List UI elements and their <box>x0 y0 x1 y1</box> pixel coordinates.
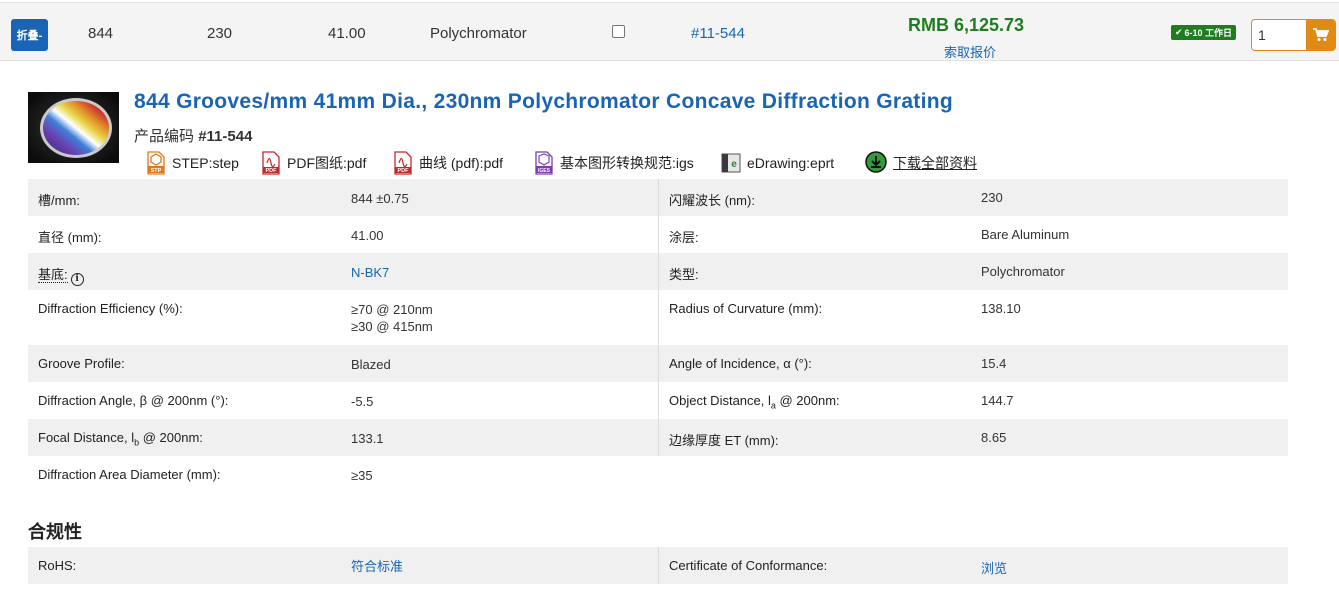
spec-label: Diffraction Angle, β @ 200nm (°): <box>38 393 229 408</box>
spec-value: ≥35 <box>351 468 373 483</box>
step-file-link[interactable]: STP STEP:step <box>146 150 239 176</box>
rohs-link[interactable]: 符合标准 <box>351 547 403 584</box>
substrate-label[interactable]: 基底: i <box>38 253 84 290</box>
cart-icon <box>1312 28 1329 41</box>
part-number-link[interactable]: #11-544 <box>691 25 745 42</box>
curve-pdf-label: 曲线 (pdf):pdf <box>419 155 504 171</box>
spec-value: 15.4 <box>981 356 1007 371</box>
edrawing-link[interactable]: e eDrawing:eprt <box>721 150 834 176</box>
product-code-value: #11-544 <box>198 128 253 145</box>
spec-value: Bare Aluminum <box>981 227 1070 242</box>
spec-label: 边缘厚度 ET (mm): <box>669 433 779 448</box>
spec-value: 41.00 <box>351 228 384 243</box>
product-title: 844 Grooves/mm 41mm Dia., 230nm Polychro… <box>134 90 953 113</box>
product-code-label: 产品编码 <box>134 128 195 145</box>
spec-value: Polychromator <box>981 264 1065 279</box>
quantity-input[interactable] <box>1252 20 1307 50</box>
lead-time-badge: ✔ 6-10 工作日 <box>1171 25 1237 40</box>
diameter-value: 41.00 <box>328 25 366 42</box>
price: RMB 6,125.73 <box>908 15 1025 35</box>
spec-label: Diffraction Efficiency (%): <box>38 301 183 316</box>
spec-table: 槽/mm: 844 ±0.75 闪耀波长 (nm): 230 直径 (mm): … <box>28 179 1288 493</box>
spec-label: Diffraction Area Diameter (mm): <box>38 467 221 482</box>
request-quote-link[interactable]: 索取报价 <box>944 42 996 61</box>
pdf-drawing-label: PDF图纸:pdf <box>287 155 367 171</box>
spec-label: Groove Profile: <box>38 356 125 371</box>
check-icon: ✔ <box>1175 27 1183 37</box>
spec-label: 闪耀波长 (nm): <box>669 193 755 208</box>
download-all-link[interactable]: 下载全部资料 <box>865 150 977 176</box>
iges-file-link[interactable]: IGES 基本图形转换规范:igs <box>534 150 694 176</box>
product-code: 产品编码 #11-544 <box>134 125 252 146</box>
compliance-title: 合规性 <box>28 522 82 542</box>
svg-text:IGES: IGES <box>538 168 551 174</box>
spec-value: 230 <box>981 190 1003 205</box>
spec-value: Blazed <box>351 357 391 372</box>
spec-row: Diffraction Angle, β @ 200nm (°): -5.5 O… <box>28 382 1288 419</box>
spec-row: 槽/mm: 844 ±0.75 闪耀波长 (nm): 230 <box>28 179 1288 216</box>
spec-row: Diffraction Area Diameter (mm): ≥35 <box>28 456 1288 493</box>
download-icon <box>865 151 887 175</box>
spec-value: 844 ±0.75 <box>351 191 409 206</box>
rohs-label: RoHS: <box>38 558 77 573</box>
product-image <box>28 92 119 163</box>
coc-label: Certificate of Conformance: <box>669 558 828 573</box>
quantity-group <box>1251 19 1336 51</box>
spec-label: 类型: <box>669 267 699 282</box>
pdf-icon: PDF <box>393 151 413 175</box>
step-file-icon: STP <box>146 151 166 175</box>
spec-label: 槽/mm: <box>38 193 80 208</box>
svg-text:PDF: PDF <box>398 168 410 174</box>
blaze-value: 230 <box>207 25 233 42</box>
spec-row: Focal Distance, lb @ 200nm: 133.1 边缘厚度 E… <box>28 419 1288 456</box>
edrawing-icon: e <box>721 151 741 175</box>
compare-checkbox[interactable] <box>612 25 625 38</box>
info-icon[interactable]: i <box>70 273 84 286</box>
spec-label: 直径 (mm): <box>38 230 102 245</box>
spec-row: Diffraction Efficiency (%): ≥70 @ 210nm … <box>28 290 1288 345</box>
grooves-value: 844 <box>88 25 114 42</box>
download-all-label: 下载全部资料 <box>893 155 977 171</box>
svg-text:STP: STP <box>151 168 162 174</box>
spec-row: 基底: i N-BK7 类型: Polychromator <box>28 253 1288 290</box>
edrawing-label: eDrawing:eprt <box>747 155 835 171</box>
coc-view-link[interactable]: 浏览 <box>981 547 1007 584</box>
step-file-label: STEP:step <box>172 155 239 171</box>
svg-text:PDF: PDF <box>266 168 278 174</box>
lead-time-text: 6-10 工作日 <box>1184 28 1233 38</box>
type-value: Polychromator <box>430 25 527 42</box>
compliance-row: RoHS: 符合标准 Certificate of Conformance: 浏… <box>28 547 1288 584</box>
spec-value: 138.10 <box>981 301 1021 316</box>
spec-value: -5.5 <box>351 394 374 409</box>
spec-label: Angle of Incidence, α (°): <box>669 356 812 371</box>
spec-label: 涂层: <box>669 230 699 245</box>
spec-label: Focal Distance, lb @ 200nm: <box>38 430 203 448</box>
spec-value: 144.7 <box>981 393 1014 408</box>
collapse-button[interactable]: 折叠- <box>11 19 48 51</box>
spec-value: 8.65 <box>981 430 1007 445</box>
spec-label: Radius of Curvature (mm): <box>669 301 823 316</box>
pdf-icon: PDF <box>261 151 281 175</box>
spec-value: ≥70 @ 210nm ≥30 @ 415nm <box>351 302 433 334</box>
add-to-cart-button[interactable] <box>1306 20 1335 50</box>
svg-text:e: e <box>731 159 737 170</box>
spec-row: Groove Profile: Blazed Angle of Incidenc… <box>28 345 1288 382</box>
pdf-drawing-link[interactable]: PDF PDF图纸:pdf <box>261 150 366 176</box>
spec-value: 133.1 <box>351 431 384 446</box>
spec-label: Object Distance, la @ 200nm: <box>669 393 840 411</box>
substrate-link[interactable]: N-BK7 <box>351 253 389 290</box>
product-summary-row: 折叠- 844 230 41.00 Polychromator #11-544 … <box>0 2 1339 61</box>
iges-file-label: 基本图形转换规范:igs <box>560 155 694 171</box>
curve-pdf-link[interactable]: PDF 曲线 (pdf):pdf <box>393 150 503 176</box>
iges-file-icon: IGES <box>534 151 554 175</box>
spec-row: 直径 (mm): 41.00 涂层: Bare Aluminum <box>28 216 1288 253</box>
